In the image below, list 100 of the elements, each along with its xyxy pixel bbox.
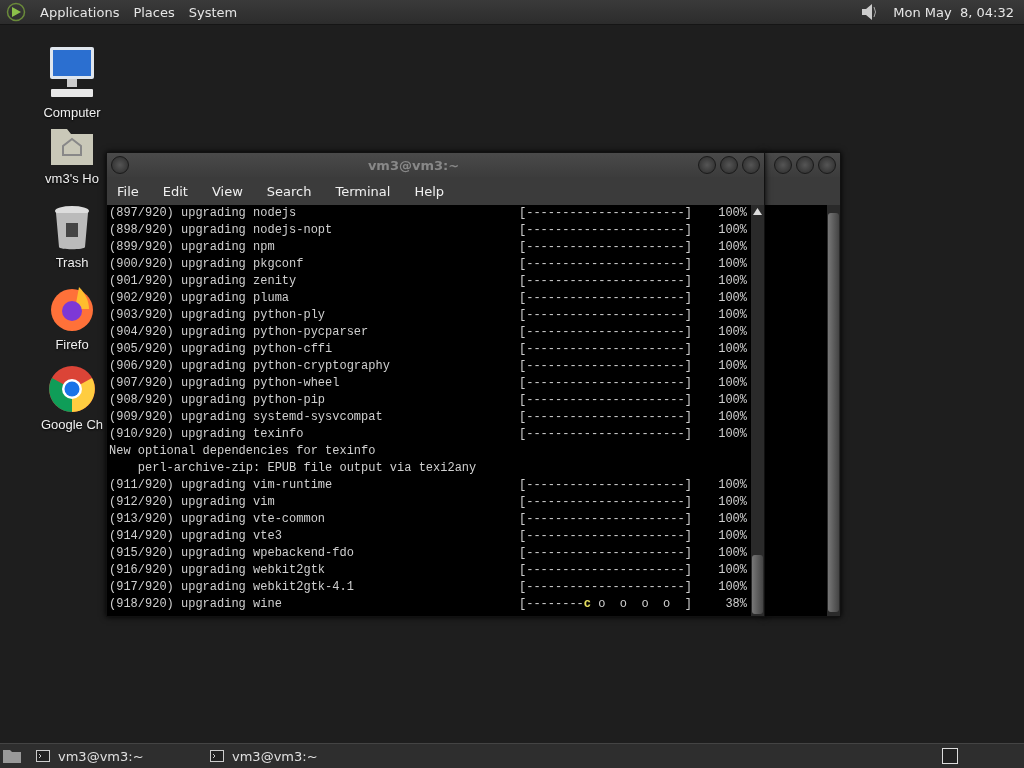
desktop-icon-label[interactable]: Google Ch xyxy=(40,417,104,432)
scroll-up-icon[interactable] xyxy=(753,208,762,215)
progress-bar-text: [----------------------] xyxy=(519,545,693,562)
percent-text: 100% xyxy=(717,290,747,307)
progress-bar-text: [----------------------] xyxy=(519,511,693,528)
menu-logo-icon[interactable] xyxy=(6,2,26,22)
progress-bar-text: [----------------------] xyxy=(519,477,693,494)
progress-bar-text: [----------------------] xyxy=(519,324,693,341)
scrollbar-thumb[interactable] xyxy=(828,213,839,612)
show-desktop-icon[interactable] xyxy=(2,748,22,764)
percent-text: 100% xyxy=(717,256,747,273)
taskbar-button[interactable]: vm3@vm3:~ xyxy=(202,746,370,766)
progress-bar-text: [----------------------] xyxy=(519,426,693,443)
terminal-line: (918/920) upgrading wine xyxy=(109,596,283,613)
menu-item[interactable]: Search xyxy=(266,183,312,199)
menu-item[interactable]: Edit xyxy=(162,183,188,199)
percent-text: 100% xyxy=(717,222,747,239)
progress-bar-text: [----------------------] xyxy=(519,290,693,307)
terminal-line: (902/920) upgrading pluma xyxy=(109,290,291,307)
terminal-line: (915/920) upgrading wpebackend-fdo xyxy=(109,545,355,562)
progress-bar-text: [----------------------] xyxy=(519,239,693,256)
progress-bar-text: [----------------------] xyxy=(519,375,693,392)
terminal-line: (913/920) upgrading vte-common xyxy=(109,511,327,528)
terminal-line: (900/920) upgrading pkgconf xyxy=(109,256,305,273)
progress-bar-text: [----------------------] xyxy=(519,528,693,545)
taskbar-button[interactable]: vm3@vm3:~ xyxy=(28,746,196,766)
menu-item[interactable]: Terminal xyxy=(335,183,391,199)
terminal-line: (906/920) upgrading python-cryptography xyxy=(109,358,391,375)
percent-text: 100% xyxy=(717,477,747,494)
percent-text: 100% xyxy=(717,239,747,256)
terminal-line: (916/920) upgrading webkit2gtk xyxy=(109,562,327,579)
terminal-line: (917/920) upgrading webkit2gtk-4.1 xyxy=(109,579,355,596)
terminal-line: (898/920) upgrading nodejs-nopt xyxy=(109,222,334,239)
workspace-switcher[interactable] xyxy=(942,748,958,764)
terminal-line: (901/920) upgrading zenity xyxy=(109,273,298,290)
menu-item[interactable]: View xyxy=(211,183,243,199)
percent-text: 100% xyxy=(717,205,747,222)
percent-text: 100% xyxy=(717,494,747,511)
percent-text: 100% xyxy=(717,358,747,375)
terminal-line: (909/920) upgrading systemd-sysvcompat xyxy=(109,409,384,426)
minimize-button[interactable] xyxy=(698,156,716,174)
terminal-line: (905/920) upgrading python-cffi xyxy=(109,341,334,358)
window-button[interactable] xyxy=(818,156,836,174)
progress-bar-text: [----------------------] xyxy=(519,307,693,324)
menu-item[interactable]: File xyxy=(117,183,139,199)
close-button[interactable] xyxy=(742,156,760,174)
scrollbar[interactable] xyxy=(827,205,840,616)
percent-text: 100% xyxy=(717,375,747,392)
terminal-line: (910/920) upgrading texinfo xyxy=(109,426,305,443)
percent-text: 100% xyxy=(717,511,747,528)
menu-item[interactable]: Help xyxy=(414,183,445,199)
scrollbar-thumb[interactable] xyxy=(752,555,763,614)
terminal-line: (907/920) upgrading python-wheel xyxy=(109,375,341,392)
progress-bar-text: [----------------------] xyxy=(519,579,693,596)
progress-bar-text: [----------------------] xyxy=(519,358,693,375)
terminal-line: (911/920) upgrading vim-runtime xyxy=(109,477,334,494)
percent-text: 100% xyxy=(717,273,747,290)
window-button[interactable] xyxy=(774,156,792,174)
window-button[interactable] xyxy=(796,156,814,174)
progress-bar-text: [----------------------] xyxy=(519,205,693,222)
progress-bar-text: [----------------------] xyxy=(519,341,693,358)
desktop-icon-label[interactable]: Trash xyxy=(55,255,89,270)
terminal-line: New optional dependencies for texinfo xyxy=(109,443,377,460)
window-title: vm3@vm3:~ xyxy=(366,157,461,173)
progress-bar-text: [----------------------] xyxy=(519,494,693,511)
percent-text: 100% xyxy=(717,341,747,358)
window-menu-button[interactable] xyxy=(111,156,129,174)
percent-text: 100% xyxy=(717,307,747,324)
percent-text: 38% xyxy=(724,596,747,613)
progress-bar-text: [----------------------] xyxy=(519,222,693,239)
percent-text: 100% xyxy=(717,392,747,409)
terminal-line: (899/920) upgrading npm xyxy=(109,239,276,256)
panel-menu[interactable]: System xyxy=(188,4,238,20)
desktop-icon-label[interactable]: Computer xyxy=(43,105,101,120)
panel-menu[interactable]: Places xyxy=(133,4,175,20)
progress-bar-text: [----------------------] xyxy=(519,392,693,409)
terminal-line: (908/920) upgrading python-pip xyxy=(109,392,327,409)
percent-text: 100% xyxy=(717,426,747,443)
percent-text: 100% xyxy=(717,528,747,545)
percent-text: 100% xyxy=(717,324,747,341)
clock[interactable]: Mon May 8, 04:32 xyxy=(893,4,1014,20)
terminal-line: (914/920) upgrading vte3 xyxy=(109,528,283,545)
scrollbar[interactable] xyxy=(751,205,764,616)
progress-bar-text: [----------------------] xyxy=(519,409,693,426)
panel-menu[interactable]: Applications xyxy=(40,4,120,20)
terminal-line: (904/920) upgrading python-pycparser xyxy=(109,324,370,341)
terminal-icon xyxy=(210,750,224,762)
percent-text: 100% xyxy=(717,562,747,579)
desktop-icon-label[interactable]: Firefo xyxy=(55,337,89,352)
progress-bar-text: [----------------------] xyxy=(519,562,693,579)
desktop-icon-label[interactable]: vm3's Ho xyxy=(45,171,99,186)
terminal-line: (903/920) upgrading python-ply xyxy=(109,307,327,324)
maximize-button[interactable] xyxy=(720,156,738,174)
terminal-line: (912/920) upgrading vim xyxy=(109,494,276,511)
terminal-line: perl-archive-zip: EPUB file output via texi2any xyxy=(136,460,478,477)
percent-text: 100% xyxy=(717,409,747,426)
browser-icon xyxy=(48,365,96,413)
progress-bar-text: [--------c o o o o ] xyxy=(519,596,693,613)
progress-bar-text: [----------------------] xyxy=(519,256,693,273)
browser-icon xyxy=(49,285,95,333)
